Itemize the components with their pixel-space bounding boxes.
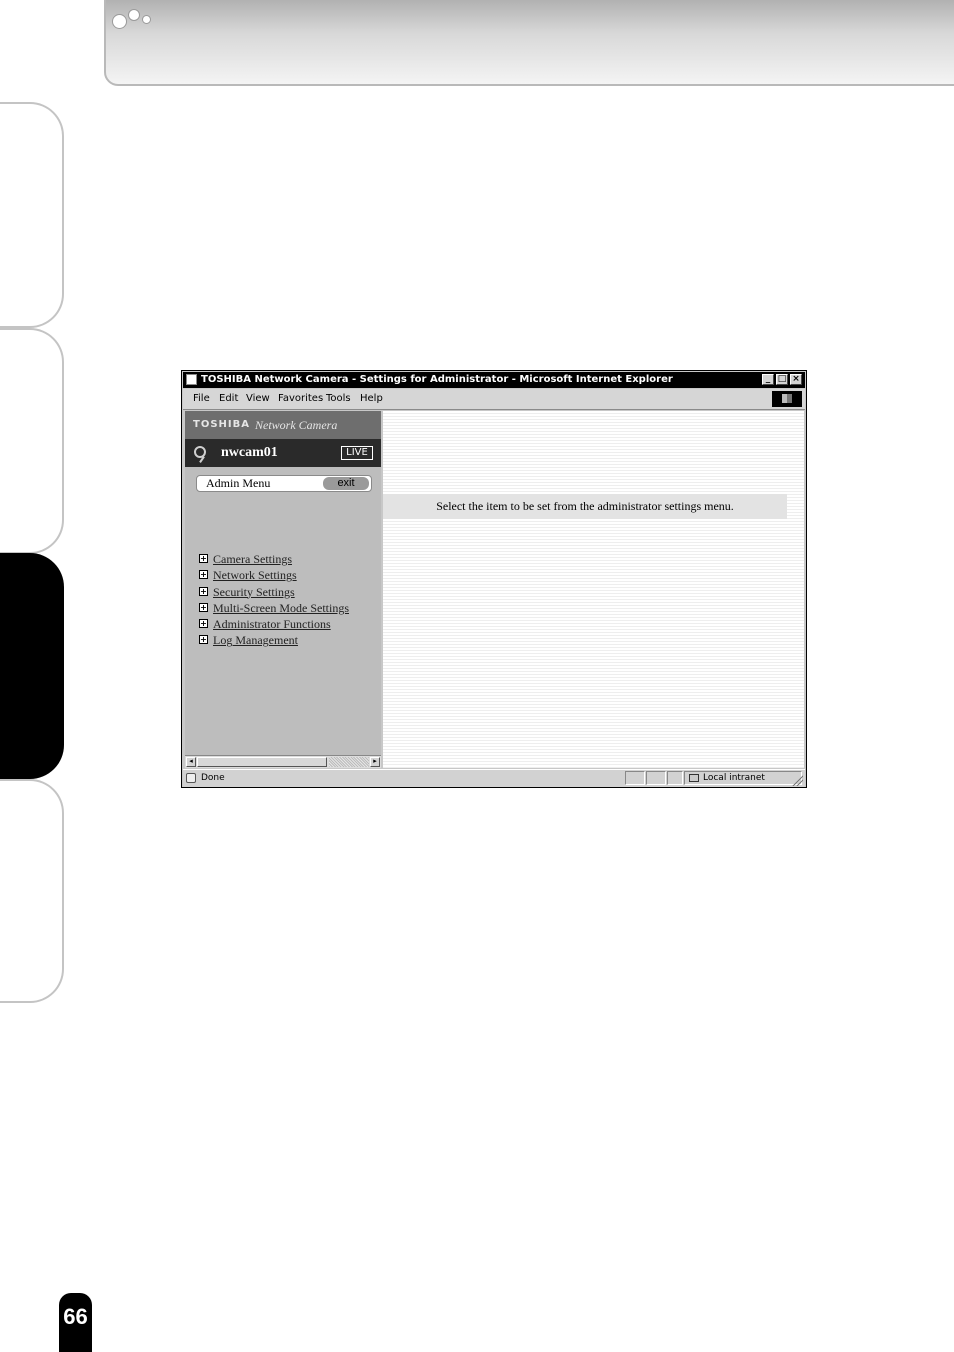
plus-icon: + [199, 635, 208, 645]
menu-edit[interactable]: Edit [219, 389, 238, 409]
side-tab-active [0, 553, 64, 779]
scroll-track[interactable] [329, 757, 369, 767]
menu-link-label[interactable]: Network Settings [213, 567, 297, 583]
status-cell [646, 771, 666, 785]
menu-tools[interactable]: Tools [326, 389, 351, 409]
camera-icon [194, 446, 206, 458]
menu-help[interactable]: Help [360, 389, 383, 409]
camera-bar: nwcam01 LIVE [185, 439, 381, 467]
menu-file[interactable]: File [193, 389, 210, 409]
page-number: 66 [59, 1293, 92, 1352]
resize-grip[interactable] [791, 774, 803, 786]
brand-bar: TOSHIBA Network Camera [185, 411, 381, 439]
scroll-left-button[interactable]: ◂ [186, 757, 196, 767]
plus-icon: + [199, 586, 208, 596]
close-button[interactable]: × [790, 374, 802, 385]
scroll-thumb[interactable] [197, 757, 327, 767]
ie-page-icon [186, 374, 197, 385]
bubble-decoration [112, 14, 127, 29]
intranet-icon [689, 774, 699, 782]
admin-menu-label: Admin Menu [206, 476, 271, 490]
menu-link-label[interactable]: Log Management [213, 632, 298, 648]
horizontal-scrollbar[interactable]: ◂ ▸ [185, 755, 381, 768]
status-cell [625, 771, 645, 785]
exit-button[interactable]: exit [323, 477, 369, 490]
windows-flag-icon [772, 391, 802, 407]
done-icon [186, 773, 196, 783]
menubar: File Edit View Favorites Tools Help [183, 389, 805, 410]
status-cell [667, 771, 683, 785]
side-tab-2 [0, 328, 64, 554]
admin-menu-bar: Admin Menu exit [196, 475, 372, 492]
zone-text: Local intranet [703, 773, 765, 783]
menu-link-label[interactable]: Camera Settings [213, 551, 292, 567]
statusbar: Done Local intranet [183, 769, 805, 787]
plus-icon: + [199, 619, 208, 629]
menu-favorites[interactable]: Favorites [278, 389, 323, 409]
camera-name: nwcam01 [221, 445, 278, 460]
content-pane: Select the item to be set from the admin… [383, 411, 804, 768]
status-text: Done [201, 773, 225, 783]
browser-window: TOSHIBA Network Camera - Settings for Ad… [181, 370, 807, 788]
bubble-decoration [128, 9, 140, 21]
maximize-button[interactable]: □ [776, 374, 788, 385]
plus-icon: + [199, 554, 208, 563]
menu-link-label[interactable]: Security Settings [213, 584, 295, 600]
zone-cell: Local intranet [684, 771, 802, 785]
instruction-message: Select the item to be set from the admin… [383, 494, 787, 519]
menu-link-label[interactable]: Multi-Screen Mode Settings [213, 600, 349, 616]
live-button[interactable]: LIVE [341, 446, 373, 460]
brand-name: TOSHIBA [193, 419, 250, 430]
bubble-decoration [142, 15, 151, 24]
window-title: TOSHIBA Network Camera - Settings for Ad… [201, 374, 673, 385]
side-tab-1 [0, 102, 64, 328]
window-titlebar: TOSHIBA Network Camera - Settings for Ad… [183, 372, 805, 388]
brand-product: Network Camera [255, 418, 338, 432]
scroll-right-button[interactable]: ▸ [370, 757, 380, 767]
header-band [104, 0, 954, 86]
menu-link-label[interactable]: Administrator Functions [213, 616, 331, 632]
admin-menu-pane: TOSHIBA Network Camera nwcam01 LIVE Admi… [185, 411, 381, 768]
minimize-button[interactable]: _ [762, 374, 774, 385]
plus-icon: + [199, 602, 208, 612]
side-tab-4 [0, 779, 64, 1003]
plus-icon: + [199, 570, 208, 580]
menu-view[interactable]: View [246, 389, 270, 409]
